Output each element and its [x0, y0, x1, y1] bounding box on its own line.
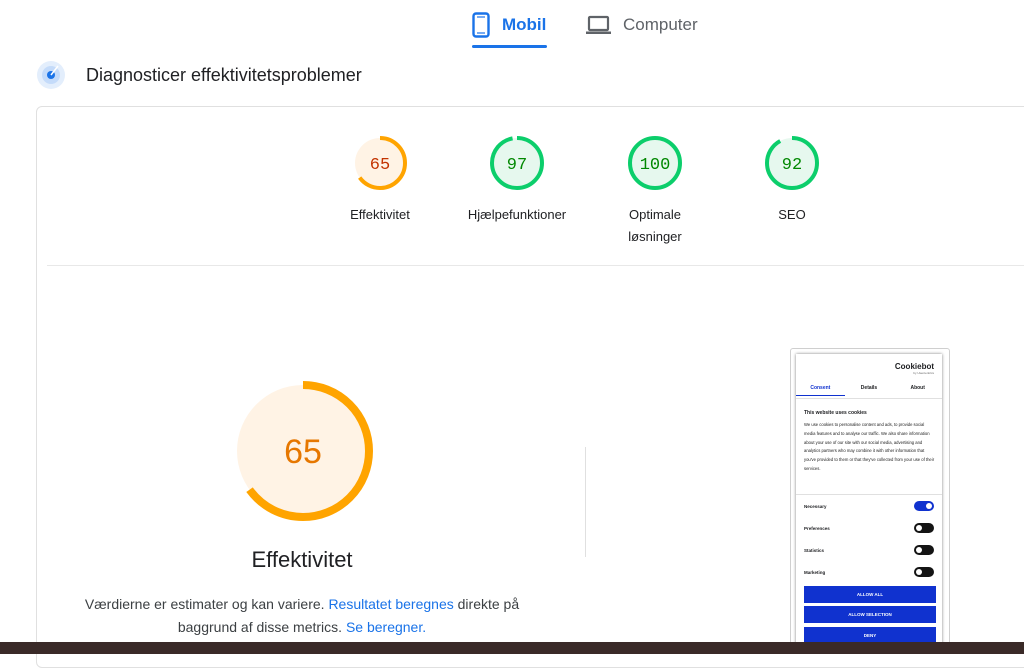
cookie-tab-about[interactable]: About	[893, 382, 942, 396]
gauge-best-practices[interactable]: 100 Optimale løsninger	[580, 135, 730, 248]
gauge-performance[interactable]: 65 Effektivitet	[305, 135, 455, 226]
toggle-preferences[interactable]	[914, 523, 934, 533]
cookie-tab-details[interactable]: Details	[845, 382, 894, 396]
smartphone-icon	[472, 12, 490, 38]
link-score-calculation[interactable]: Resultatet beregnes	[328, 596, 453, 612]
main-gauge: 65	[233, 381, 373, 521]
laptop-icon	[586, 15, 611, 34]
report-card: 65 Effektivitet 97 Hjælpefunktioner 100 …	[36, 106, 1024, 668]
cookie-body: We use cookies to personalise content an…	[804, 422, 935, 471]
gauge-label-line1: Optimale	[628, 207, 682, 222]
cookie-heading: This website uses cookies	[804, 410, 867, 416]
gauge-score: 92	[782, 156, 802, 175]
link-calculator[interactable]: Se beregner.	[346, 619, 426, 635]
allow-all-button[interactable]: ALLOW ALL	[804, 586, 936, 603]
tab-mobile[interactable]: Mobil	[472, 6, 546, 44]
cookie-dialog: Cookiebot by Usercentrics Consent Detail…	[796, 354, 942, 649]
gauge-score: 65	[370, 156, 390, 175]
cookiebot-logo: Cookiebot by Usercentrics	[895, 362, 934, 375]
gauge-label: Effektivitet	[350, 207, 410, 222]
gauge-score: 97	[507, 156, 527, 175]
toggle-necessary[interactable]	[914, 501, 934, 511]
active-tab-indicator	[472, 45, 547, 48]
gauge-accessibility[interactable]: 97 Hjælpefunktioner	[442, 135, 592, 226]
cookie-row-statistics: Statistics	[804, 544, 934, 556]
cookie-tab-consent[interactable]: Consent	[796, 382, 845, 396]
cookie-row-marketing: Marketing	[804, 566, 934, 578]
diagnostics-header: Diagnosticer effektivitetsproblemer	[36, 60, 362, 90]
tab-desktop-label: Computer	[623, 15, 698, 34]
main-gauge-score: 65	[284, 433, 322, 471]
os-taskbar	[0, 642, 1024, 654]
gauge-ring: 92	[765, 136, 819, 190]
toggle-label: Preferences	[804, 525, 830, 531]
diagnose-icon	[37, 61, 65, 89]
desc-text-1: Værdierne er estimater og kan variere.	[84, 596, 329, 612]
toggle-marketing[interactable]	[914, 567, 934, 577]
gauge-ring: 100	[628, 136, 682, 190]
page-screenshot-thumbnail[interactable]: Cookiebot by Usercentrics Consent Detail…	[790, 348, 950, 650]
cookie-row-preferences: Preferences	[804, 522, 934, 534]
main-gauge-title: Effektivitet	[251, 547, 353, 572]
score-description: Værdierne er estimater og kan variere. R…	[77, 593, 527, 639]
gauge-score: 100	[640, 156, 671, 175]
tab-desktop[interactable]: Computer	[586, 6, 698, 44]
gauge-label: SEO	[778, 207, 806, 222]
device-tabs: Mobil Computer	[0, 0, 1024, 50]
gauge-ring: 65	[353, 136, 407, 190]
cookie-divider	[796, 494, 942, 495]
allow-selection-button[interactable]: ALLOW SELECTION	[804, 606, 936, 623]
diagnostics-title: Diagnosticer effektivitetsproblemer	[86, 64, 362, 85]
gauge-ring: 97	[490, 136, 544, 190]
gauge-label-line2: løsninger	[628, 229, 682, 244]
gauge-seo[interactable]: 92 SEO	[717, 135, 867, 226]
vertical-divider	[585, 447, 586, 557]
toggle-label: Statistics	[804, 547, 825, 553]
toggle-label: Marketing	[804, 569, 826, 575]
cookie-tabs: Consent Details About	[796, 382, 942, 396]
cookie-divider	[796, 398, 942, 399]
gauge-label: Optimale løsninger	[580, 204, 730, 248]
tab-mobile-label: Mobil	[502, 15, 547, 34]
cookie-row-necessary: Necessary	[804, 500, 934, 512]
cookiebot-logo-text: Cookiebot	[894, 362, 934, 371]
gauge-label: Hjælpefunktioner	[467, 207, 567, 222]
toggle-statistics[interactable]	[914, 545, 934, 555]
section-divider	[47, 265, 1024, 266]
toggle-label: Necessary	[804, 503, 827, 509]
cookiebot-logo-sub: by Usercentrics	[913, 371, 934, 375]
